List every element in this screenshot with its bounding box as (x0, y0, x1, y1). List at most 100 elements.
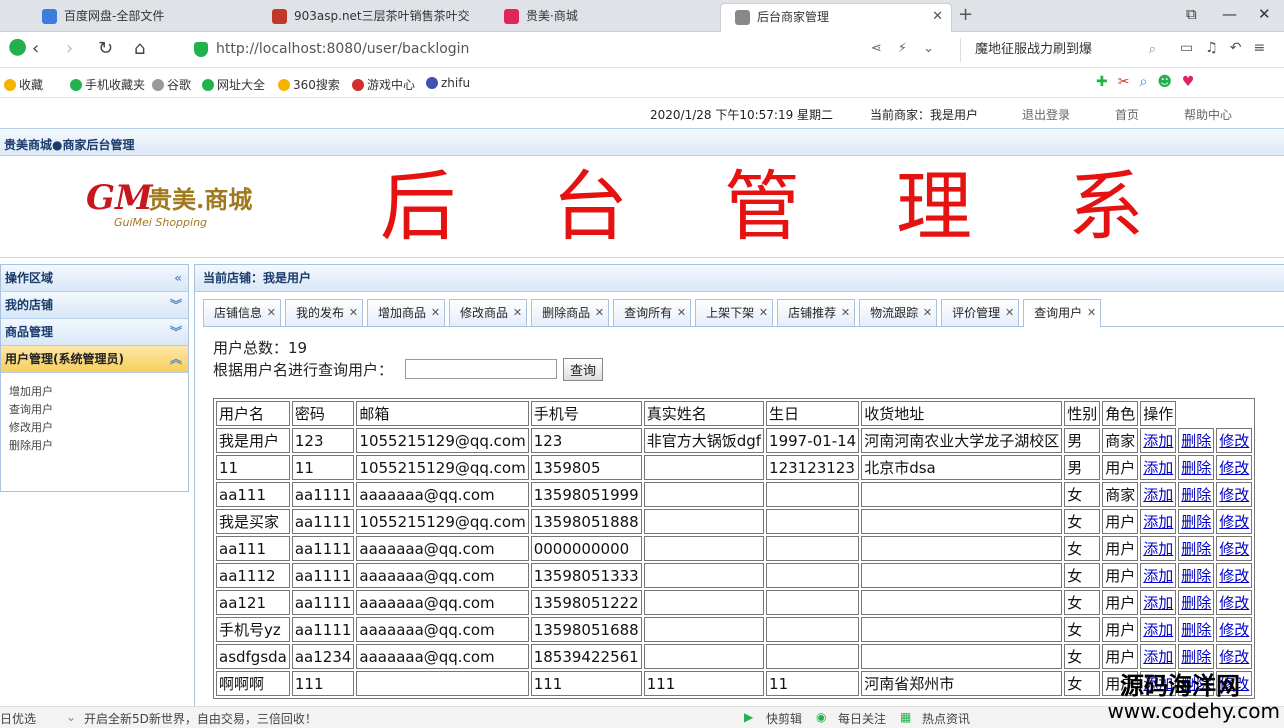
close-icon[interactable]: ✕ (513, 300, 522, 326)
close-icon[interactable]: ✕ (349, 300, 358, 326)
edit-link[interactable]: 修改 (1219, 540, 1249, 558)
toolbar-icons[interactable]: ▭♫↶≡ (1180, 40, 1277, 56)
close-tab-icon[interactable]: ✕ (932, 4, 943, 30)
edit-link[interactable]: 修改 (1219, 513, 1249, 531)
edit-link[interactable]: 修改 (1219, 594, 1249, 612)
tab-my-posts[interactable]: 我的发布 ✕ (285, 299, 364, 326)
url-text[interactable]: http://localhost:8080/user/backlogin (216, 41, 469, 57)
edit-link[interactable]: 修改 (1219, 621, 1249, 639)
add-link[interactable]: 添加 (1143, 648, 1173, 666)
sidebar-item-delete-user[interactable]: 删除用户 (1, 437, 188, 455)
close-icon[interactable]: ✕ (431, 300, 440, 326)
close-icon[interactable]: ✕ (923, 300, 932, 326)
search-icon[interactable]: ⌕ (1149, 38, 1156, 62)
close-icon[interactable]: ✕ (267, 300, 276, 326)
logout-link[interactable]: 退出登录 (1022, 106, 1070, 123)
close-icon[interactable]: ✕ (677, 300, 686, 326)
sidebar-item-add-user[interactable]: 增加用户 (1, 383, 188, 401)
search-box[interactable]: 魔地征服战力刷到爆 ⌕ (960, 38, 1170, 62)
column-header: 角色 (1102, 401, 1139, 426)
close-icon[interactable]: ✕ (759, 300, 768, 326)
address-actions[interactable]: ⋖ ⚡ ⌄ (871, 41, 940, 56)
sidebar-header[interactable]: 操作区域 « (1, 265, 188, 292)
delete-link[interactable]: 删除 (1181, 540, 1211, 558)
tab-query-users[interactable]: 查询用户 ✕ (1023, 299, 1102, 327)
browser-tab[interactable]: 903asp.net三层茶叶销售茶叶交 (258, 3, 486, 32)
tab-shop-info[interactable]: 店铺信息 ✕ (203, 299, 282, 326)
collapse-left-icon[interactable]: « (174, 265, 182, 291)
add-link[interactable]: 添加 (1143, 621, 1173, 639)
add-link[interactable]: 添加 (1143, 594, 1173, 612)
address-bar[interactable]: http://localhost:8080/user/backlogin ⋖ ⚡… (190, 38, 940, 62)
tab-reviews[interactable]: 评价管理 ✕ (941, 299, 1020, 326)
add-link[interactable]: 添加 (1143, 567, 1173, 585)
close-icon[interactable]: ✕ (595, 300, 604, 326)
add-link[interactable]: 添加 (1143, 432, 1173, 450)
search-text[interactable]: 魔地征服战力刷到爆 (975, 42, 1092, 57)
delete-link[interactable]: 删除 (1181, 513, 1211, 531)
edit-link[interactable]: 修改 (1219, 459, 1249, 477)
tab-edit-goods[interactable]: 修改商品 ✕ (449, 299, 528, 326)
status-item-daily[interactable]: 每日关注 (838, 710, 886, 727)
tab-logistics[interactable]: 物流跟踪 ✕ (859, 299, 938, 326)
edit-link[interactable]: 修改 (1219, 648, 1249, 666)
query-button[interactable]: 查询 (563, 358, 604, 381)
chevron-down-icon[interactable]: ⌄ (66, 710, 76, 724)
help-link[interactable]: 帮助中心 (1184, 106, 1232, 123)
delete-link[interactable]: 删除 (1181, 486, 1211, 504)
sidebar-section-goods[interactable]: 商品管理 ︾ (1, 319, 188, 346)
browser-tab[interactable]: 贵美·商城 (490, 3, 718, 32)
close-icon[interactable]: ✕ (1005, 300, 1014, 326)
add-link[interactable]: 添加 (1143, 513, 1173, 531)
sidebar-section-users[interactable]: 用户管理(系统管理员) ︽ (1, 346, 188, 373)
close-icon[interactable]: ✕ (841, 300, 850, 326)
bookmark-360[interactable]: 360搜索 (278, 76, 340, 93)
sidebar-section-shop[interactable]: 我的店铺 ︾ (1, 292, 188, 319)
username-search-input[interactable] (405, 359, 557, 379)
status-left[interactable]: 日优选 (0, 710, 36, 727)
tab-add-goods[interactable]: 增加商品 ✕ (367, 299, 446, 326)
tab-delete-goods[interactable]: 删除商品 ✕ (531, 299, 610, 326)
tab-recommend[interactable]: 店铺推荐 ✕ (777, 299, 856, 326)
tab-query-all[interactable]: 查询所有 ✕ (613, 299, 692, 326)
bookmark-google[interactable]: 谷歌 (152, 76, 191, 93)
bookmark-favorites[interactable]: 收藏 (4, 76, 43, 93)
add-link[interactable]: 添加 (1143, 540, 1173, 558)
edit-link[interactable]: 修改 (1219, 486, 1249, 504)
sidebar-item-query-user[interactable]: 查询用户 (1, 401, 188, 419)
close-window-icon[interactable]: ✕ (1258, 5, 1271, 23)
bookmark-zhifu[interactable]: zhifu (426, 76, 470, 90)
edit-link[interactable]: 修改 (1219, 567, 1249, 585)
table-cell: 河南省郑州市 (861, 671, 1063, 696)
extension-icons[interactable]: ✚✂⌕☻♥ (1096, 74, 1204, 90)
bookmark-mobile[interactable]: 手机收藏夹 (70, 76, 145, 93)
home-link[interactable]: 首页 (1115, 106, 1139, 123)
delete-link[interactable]: 删除 (1181, 648, 1211, 666)
status-item-news[interactable]: 热点资讯 (922, 710, 970, 727)
sidebar-item-edit-user[interactable]: 修改用户 (1, 419, 188, 437)
bookmark-nav[interactable]: 网址大全 (202, 76, 265, 93)
bookmark-games[interactable]: 游戏中心 (352, 76, 415, 93)
home-icon[interactable]: ⌂ (134, 38, 145, 59)
new-tab-button[interactable]: + (958, 4, 973, 25)
delete-link[interactable]: 删除 (1181, 432, 1211, 450)
add-link[interactable]: 添加 (1143, 459, 1173, 477)
minimize-icon[interactable]: — (1222, 5, 1237, 23)
back-icon[interactable]: ‹ (32, 38, 39, 59)
delete-link[interactable]: 删除 (1181, 594, 1211, 612)
restore-icon[interactable]: ⧉ (1186, 5, 1197, 23)
add-link[interactable]: 添加 (1143, 486, 1173, 504)
edit-link[interactable]: 修改 (1219, 432, 1249, 450)
browser-tab[interactable]: 后台商家管理 ✕ (720, 3, 952, 32)
browser-tab[interactable]: 百度网盘-全部文件 (28, 3, 256, 32)
close-icon[interactable]: ✕ (1087, 300, 1096, 326)
forward-icon[interactable]: › (66, 38, 73, 59)
delete-link[interactable]: 删除 (1181, 459, 1211, 477)
table-cell: aa1111 (291, 536, 355, 561)
status-item-clip[interactable]: 快剪辑 (766, 710, 802, 727)
delete-link[interactable]: 删除 (1181, 621, 1211, 639)
reload-icon[interactable]: ↻ (98, 38, 113, 59)
delete-link[interactable]: 删除 (1181, 567, 1211, 585)
status-promo[interactable]: 开启全新5D新世界，自由交易，三倍回收！ (84, 710, 317, 727)
tab-shelf[interactable]: 上架下架 ✕ (695, 299, 774, 326)
